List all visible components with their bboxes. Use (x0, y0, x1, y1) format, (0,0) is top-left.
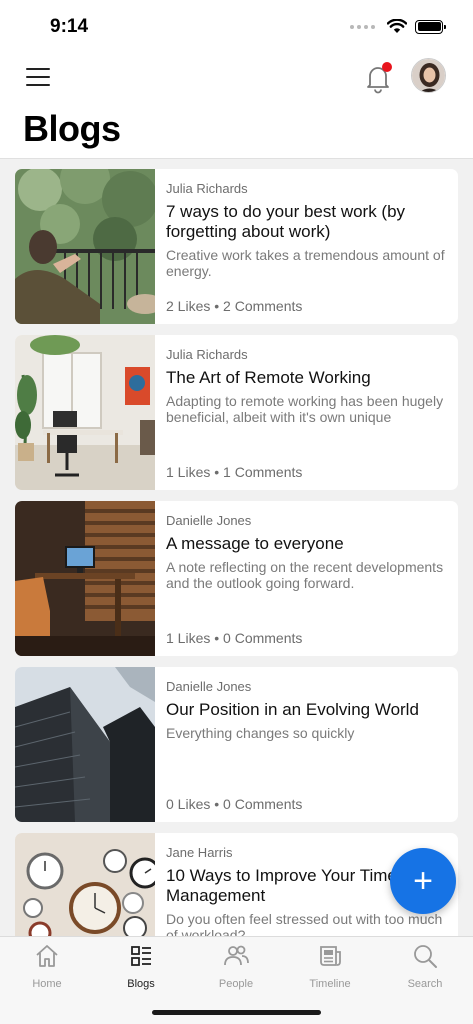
tab-label: Timeline (309, 978, 351, 990)
blog-thumbnail-image (15, 335, 155, 490)
blog-card[interactable]: Julia Richards 7 ways to do your best wo… (15, 169, 458, 324)
blog-title: A message to everyone (166, 534, 344, 553)
tab-label: Search (407, 978, 443, 990)
wifi-icon (387, 19, 407, 33)
people-icon (224, 945, 249, 966)
blog-stats: 0 Likes • 0 Comments (166, 796, 303, 812)
app-header: Blogs (0, 52, 473, 159)
status-bar: 9:14 (0, 0, 473, 52)
tab-label: People (218, 978, 254, 990)
home-indicator (152, 1010, 321, 1015)
newspaper-icon (320, 946, 341, 966)
notifications-bell-icon[interactable] (362, 62, 394, 94)
blog-excerpt: Adapting to remote working has been huge… (166, 393, 444, 425)
blog-stats: 1 Likes • 1 Comments (166, 464, 303, 480)
add-blog-button[interactable]: + (390, 848, 456, 914)
blog-thumbnail-image (15, 667, 155, 822)
notification-badge (382, 62, 392, 72)
blog-author: Danielle Jones (166, 679, 252, 694)
blog-excerpt: Creative work takes a tremendous amount … (166, 247, 445, 279)
blogs-icon (131, 946, 151, 966)
cellular-signal-icon (350, 24, 375, 29)
tab-people[interactable]: People (189, 943, 283, 990)
tab-label: Home (32, 978, 62, 990)
home-icon (36, 945, 58, 967)
hamburger-menu-icon[interactable] (26, 68, 50, 86)
blog-title: The Art of Remote Working (166, 368, 371, 387)
status-time: 9:14 (50, 16, 89, 37)
blog-stats: 2 Likes • 2 Comments (166, 298, 303, 314)
battery-icon (415, 19, 446, 34)
search-icon (414, 945, 437, 968)
blog-card[interactable]: Danielle Jones A message to everyone A n… (15, 501, 458, 656)
blog-title: 7 ways to do your best work (by forgetti… (166, 202, 406, 241)
tab-label: Blogs (127, 978, 155, 990)
blog-author: Jane Harris (166, 845, 233, 860)
blog-thumbnail-image (15, 169, 155, 324)
blog-thumbnail-image (15, 501, 155, 656)
blog-stats: 1 Likes • 0 Comments (166, 630, 303, 646)
blog-author: Julia Richards (166, 181, 248, 196)
blog-card[interactable]: Danielle Jones Our Position in an Evolvi… (15, 667, 458, 822)
user-avatar[interactable] (411, 58, 446, 93)
blog-card[interactable]: Julia Richards The Art of Remote Working… (15, 335, 458, 490)
blog-card-body: Julia Richards The Art of Remote Working… (166, 335, 448, 490)
tab-timeline[interactable]: Timeline (283, 943, 377, 990)
blog-card-body: Danielle Jones Our Position in an Evolvi… (166, 667, 448, 822)
blog-title: Our Position in an Evolving World (166, 700, 419, 719)
blog-card-body: Julia Richards 7 ways to do your best wo… (166, 169, 448, 324)
blog-excerpt: A note reflecting on the recent developm… (166, 559, 444, 591)
tab-search[interactable]: Search (378, 943, 472, 990)
tab-blogs[interactable]: Blogs (94, 943, 188, 990)
blog-author: Danielle Jones (166, 513, 252, 528)
blog-card-body: Danielle Jones A message to everyone A n… (166, 501, 448, 656)
blog-excerpt: Everything changes so quickly (166, 725, 355, 741)
blog-author: Julia Richards (166, 347, 248, 362)
page-title: Blogs (23, 108, 121, 149)
tab-home[interactable]: Home (0, 943, 94, 990)
status-icons (350, 19, 446, 34)
